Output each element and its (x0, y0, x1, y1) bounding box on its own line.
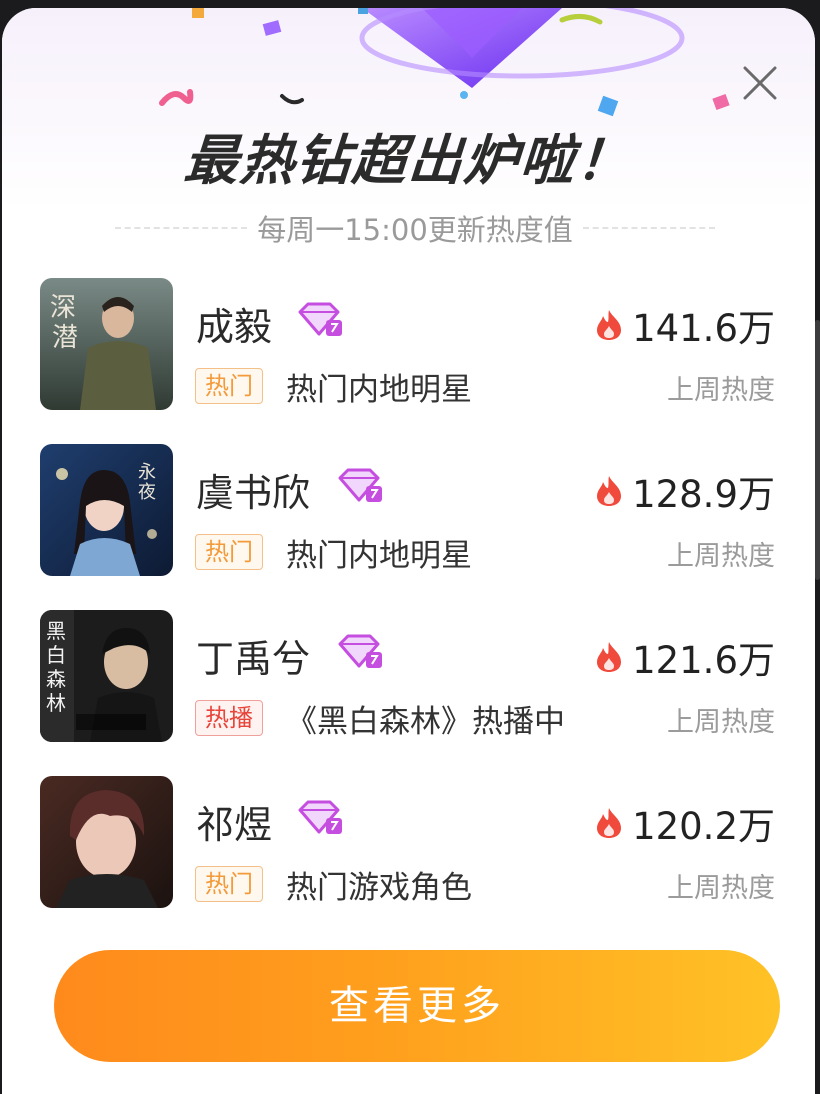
flame-icon (597, 310, 622, 340)
list-item[interactable]: 深 潜 成毅 热门 热门内地明星 141.6万 上周热度 (2, 276, 815, 412)
star-name: 虞书欣 (196, 471, 311, 515)
star-description: 热门内地明星 (286, 372, 472, 408)
flame-icon (597, 808, 622, 838)
heat-value: 121.6万 (594, 630, 775, 684)
star-name: 祁煜 (196, 803, 273, 847)
star-poster: 黑 白 森 林 (40, 610, 173, 742)
svg-text:潜: 潜 (52, 323, 78, 353)
heat-label: 上周热度 (667, 375, 775, 406)
star-poster (40, 776, 173, 908)
diamond-badge-icon (298, 302, 342, 336)
close-icon (743, 66, 777, 100)
heat-label: 上周热度 (667, 707, 775, 738)
svg-text:白: 白 (46, 643, 66, 667)
close-button[interactable] (737, 60, 783, 106)
svg-text:黑: 黑 (46, 619, 66, 643)
status-badge: 热门 (195, 866, 263, 902)
heat-value: 141.6万 (594, 298, 775, 352)
flame-icon (597, 476, 622, 506)
star-poster: 永 夜 (40, 444, 173, 576)
star-description: 热门内地明星 (286, 538, 472, 574)
star-description: 热门游戏角色 (286, 870, 472, 906)
heat-number: 141.6万 (632, 307, 775, 350)
scrollbar[interactable] (815, 320, 820, 580)
heat-label: 上周热度 (667, 873, 775, 904)
svg-text:深: 深 (50, 293, 76, 323)
diamond-badge-icon (338, 468, 382, 502)
svg-text:森: 森 (46, 667, 66, 691)
heat-value: 128.9万 (594, 464, 775, 518)
list-item[interactable]: 永 夜 虞书欣 热门 热门内地明星 128.9万 上周热度 (2, 442, 815, 578)
svg-text:夜: 夜 (138, 482, 156, 503)
heat-number: 121.6万 (632, 639, 775, 682)
update-note: 每周一15:00更新热度值 (115, 208, 716, 248)
dialog-title: 最热钻超出炉啦！ (181, 129, 635, 192)
diamond-badge-icon (298, 800, 342, 834)
star-poster: 深 潜 (40, 278, 173, 410)
update-note-text: 每周一15:00更新热度值 (257, 213, 573, 247)
list-item[interactable]: 黑 白 森 林 丁禹兮 热播 《黑白森林》热播中 121.6万 上周热度 (2, 608, 815, 744)
heat-number: 120.2万 (632, 805, 775, 848)
status-badge: 热播 (195, 700, 263, 736)
status-badge: 热门 (195, 368, 263, 404)
star-name: 丁禹兮 (196, 637, 311, 681)
star-description: 《黑白森林》热播中 (286, 704, 565, 740)
view-more-button[interactable]: 查看更多 (54, 950, 780, 1062)
heat-label: 上周热度 (667, 541, 775, 572)
diamond-badge-icon (338, 634, 382, 668)
svg-text:永: 永 (138, 462, 156, 483)
divider (582, 227, 716, 229)
svg-text:林: 林 (46, 691, 66, 715)
status-badge: 热门 (195, 534, 263, 570)
divider (115, 227, 248, 229)
star-name: 成毅 (196, 305, 273, 349)
hot-stars-dialog: 最热钻超出炉啦！ 每周一15:00更新热度值 深 潜 成毅 热门 热门内地明星 … (2, 8, 815, 1094)
heat-number: 128.9万 (632, 473, 775, 516)
heat-value: 120.2万 (594, 796, 775, 850)
list-item[interactable]: 祁煜 热门 热门游戏角色 120.2万 上周热度 (2, 774, 815, 910)
flame-icon (597, 642, 622, 672)
